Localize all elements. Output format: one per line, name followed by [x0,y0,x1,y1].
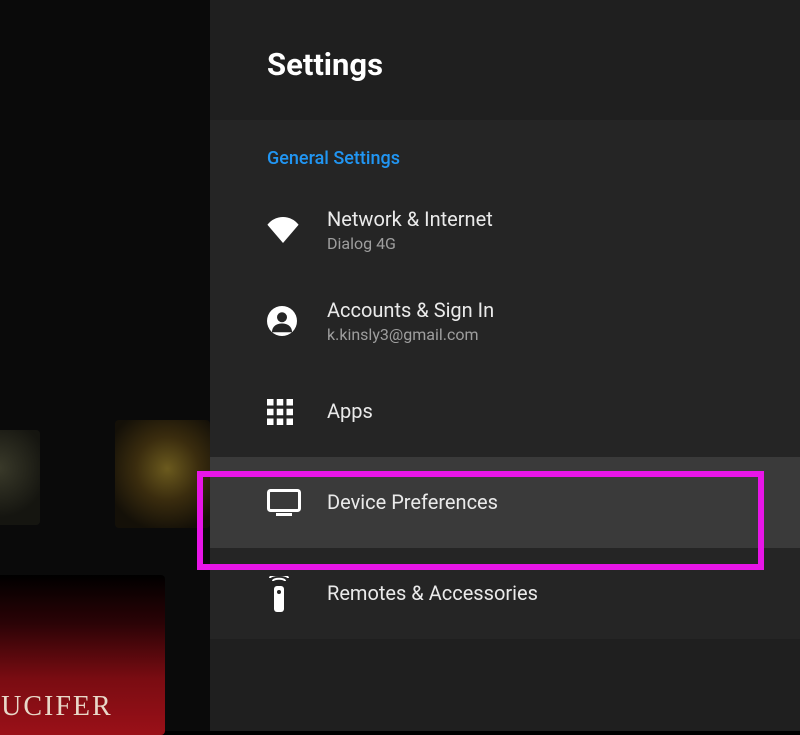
menu-item-title: Remotes & Accessories [327,581,538,606]
menu-item-title: Device Preferences [327,490,498,515]
page-title: Settings [267,46,800,83]
menu-item-apps[interactable]: Apps [210,366,800,457]
menu-item-title: Apps [327,399,373,424]
menu-item-network[interactable]: Network & Internet Dialog 4G [210,184,800,275]
menu-item-title: Accounts & Sign In [327,298,494,323]
bg-poster-thumb [0,430,40,525]
background-dimmed: LUCIFER [0,0,210,731]
bg-poster-thumb [115,420,210,528]
remote-icon [267,576,327,612]
menu-item-device-preferences[interactable]: Device Preferences [210,457,800,548]
menu-item-subtitle: Dialog 4G [327,234,493,253]
menu-item-accounts[interactable]: Accounts & Sign In k.kinsly3@gmail.com [210,275,800,366]
menu-item-remotes[interactable]: Remotes & Accessories [210,548,800,639]
section-label-general: General Settings [210,120,800,184]
account-icon [267,306,327,336]
settings-menu: Network & Internet Dialog 4G Accounts & … [210,184,800,639]
settings-panel: Settings General Settings Network & Inte… [210,0,800,731]
bg-poster-lucifer: LUCIFER [0,575,165,735]
settings-header: Settings [210,0,800,120]
menu-item-subtitle: k.kinsly3@gmail.com [327,325,494,344]
apps-grid-icon [267,399,327,425]
tv-icon [267,489,327,516]
wifi-icon [267,217,327,243]
bg-poster-title: LUCIFER [0,691,113,723]
menu-item-title: Network & Internet [327,207,493,232]
